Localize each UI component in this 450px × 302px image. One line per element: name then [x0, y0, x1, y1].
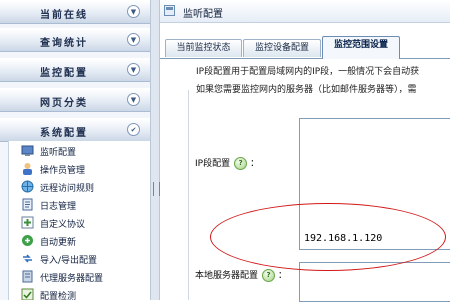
sidebar-item-label: 操作员管理 — [40, 166, 86, 176]
update-icon — [22, 235, 33, 246]
chevron-down-icon[interactable]: ▼ — [127, 63, 140, 76]
help-icon[interactable]: ? — [234, 157, 248, 170]
config-table: IP段配置?： 192.168.1.120 本地服务器配置?： — [188, 90, 450, 302]
sidebar-item-check[interactable]: 配置检测 — [21, 287, 150, 300]
tab-scope-settings[interactable]: 监控范围设置 — [322, 36, 400, 59]
nav-header-online[interactable]: 当前在线 ▼ — [0, 0, 150, 24]
sidebar-item-log[interactable]: 日志管理 — [21, 197, 150, 213]
operator-icon — [23, 163, 32, 175]
sidebar-item-proxy[interactable]: 代理服务器配置 — [21, 269, 150, 285]
ip-segment-label-cell: IP段配置?： — [189, 90, 297, 222]
page-title: 监听配置 — [183, 9, 223, 20]
ip-segment-textarea[interactable]: 192.168.1.120 — [299, 118, 450, 250]
splitter-grip-icon[interactable] — [153, 182, 160, 196]
sidebar-item-label: 日志管理 — [40, 202, 77, 212]
nav-header-label: 网页分类 — [40, 98, 88, 109]
sidebar-item-label: 导入/导出配置 — [40, 256, 98, 266]
window-icon — [164, 5, 175, 16]
log-icon — [22, 198, 33, 211]
description-line: IP段配置用于配置局域网内的IP段，一般情况下会自动获 — [196, 67, 420, 77]
sidebar-item-protocol[interactable]: 自定义协议 — [21, 215, 150, 231]
remote-access-icon — [21, 180, 34, 193]
main-panel: 监听配置 当前监控状态 监控设备配置 监控范围设置 IP段配置用于配置局域网内的… — [160, 0, 450, 302]
nav-header-label: 系统配置 — [40, 128, 88, 139]
nav-header-query-stats[interactable]: 查询统计 ▼ — [0, 28, 150, 52]
sidebar-item-monitor-config[interactable]: 监听配置 — [21, 143, 150, 159]
title-bar: 监听配置 — [160, 0, 450, 23]
chevron-up-icon[interactable]: ✔ — [127, 123, 140, 136]
sidebar-item-label: 代理服务器配置 — [40, 274, 104, 284]
nav-header-monitor-config[interactable]: 监控配置 ▼ — [0, 58, 150, 82]
local-server-label: 本地服务器配置?： — [195, 269, 288, 282]
sidebar-item-remote-access[interactable]: 远程访问规则 — [21, 179, 150, 195]
monitor-config-icon — [21, 145, 34, 156]
nav-header-web-category[interactable]: 网页分类 ▼ — [0, 88, 150, 112]
nav-header-label: 当前在线 — [40, 10, 88, 21]
tab-device-config[interactable]: 监控设备配置 — [243, 39, 321, 57]
nav-header-label: 查询统计 — [40, 38, 88, 49]
nav-header-label: 监控配置 — [40, 68, 88, 79]
sidebar-item-label: 远程访问规则 — [40, 184, 95, 194]
sidebar-item-label: 自动更新 — [40, 238, 77, 248]
nav-panel: 当前在线 ▼ 查询统计 ▼ 监控配置 ▼ 网页分类 ▼ 系统配置 ✔ 监听配置 … — [0, 0, 150, 300]
import-export-icon — [23, 254, 32, 263]
protocol-icon — [21, 216, 34, 229]
ip-segment-value: 192.168.1.120 — [304, 233, 383, 244]
chevron-down-icon[interactable]: ▼ — [127, 33, 140, 46]
sidebar-item-import-export[interactable]: 导入/导出配置 — [21, 251, 150, 267]
chevron-down-icon[interactable]: ▼ — [127, 93, 140, 106]
nav-item-list: 监听配置 操作员管理 远程访问规则 日志管理 自定义协议 自动更新 导入/导出配… — [8, 141, 150, 300]
help-icon[interactable]: ? — [262, 269, 276, 282]
sidebar-item-operator[interactable]: 操作员管理 — [21, 161, 150, 177]
local-server-field[interactable] — [299, 262, 450, 302]
check-icon — [21, 288, 34, 300]
chevron-down-icon[interactable]: ▼ — [127, 5, 140, 18]
sidebar-item-label: 配置检测 — [40, 292, 77, 300]
sidebar-item-update[interactable]: 自动更新 — [21, 233, 150, 249]
ip-segment-label: IP段配置?： — [195, 157, 260, 170]
tab-monitor-status[interactable]: 当前监控状态 — [165, 39, 242, 57]
proxy-icon — [22, 270, 33, 283]
tab-strip: 当前监控状态 监控设备配置 监控范围设置 — [160, 36, 450, 59]
sidebar-item-label: 监听配置 — [40, 148, 77, 158]
nav-header-system-config[interactable]: 系统配置 ✔ — [0, 118, 150, 142]
sidebar-item-label: 自定义协议 — [40, 220, 86, 230]
panel-splitter[interactable] — [150, 0, 160, 300]
